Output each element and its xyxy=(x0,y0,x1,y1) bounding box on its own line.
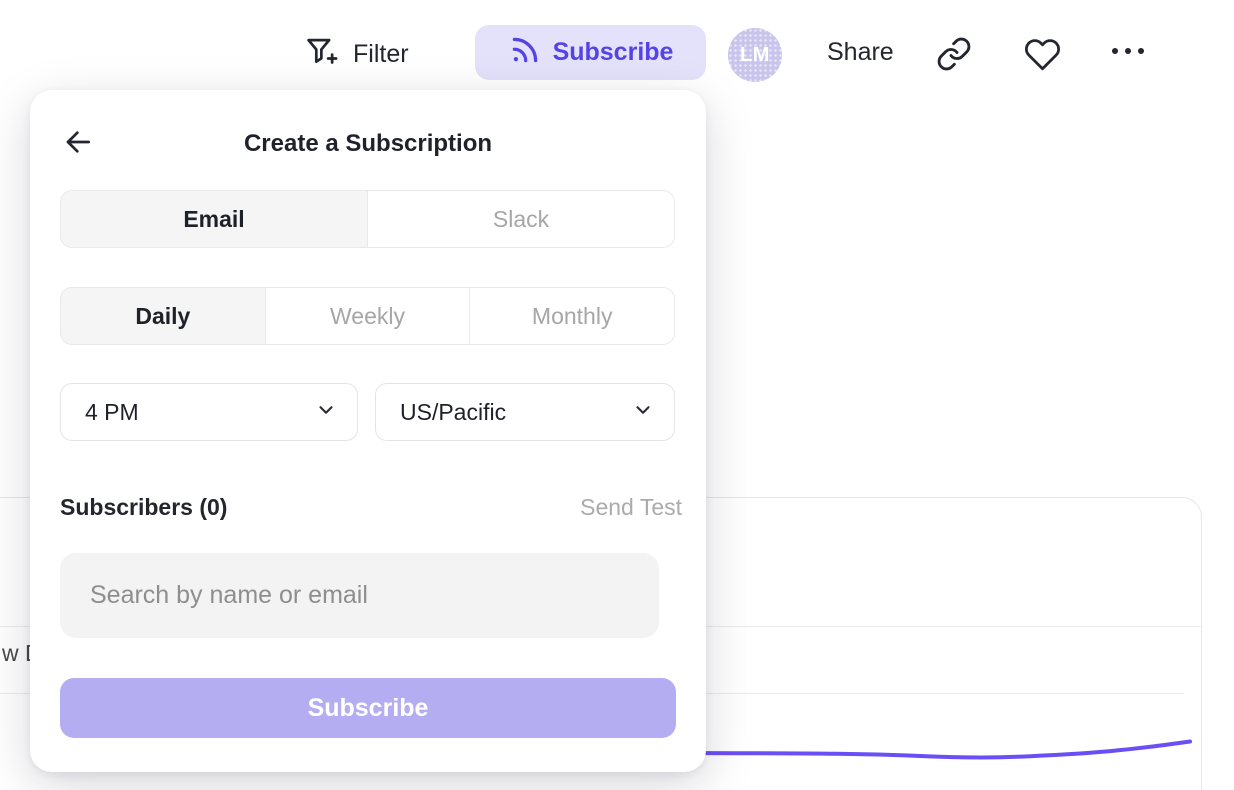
avatar[interactable]: LM xyxy=(728,28,782,82)
send-test-button[interactable]: Send Test xyxy=(580,494,682,521)
subscribe-label: Subscribe xyxy=(553,38,674,67)
more-options-button[interactable] xyxy=(1112,48,1144,54)
heart-icon xyxy=(1024,36,1061,78)
time-select[interactable]: 4 PM xyxy=(60,383,358,441)
filter-label: Filter xyxy=(353,40,409,69)
share-button[interactable]: Share xyxy=(827,38,894,67)
filter-button[interactable]: Filter xyxy=(303,33,409,76)
rss-icon xyxy=(508,33,542,72)
subscribe-submit-button[interactable]: Subscribe xyxy=(60,678,676,738)
share-label: Share xyxy=(827,38,894,67)
time-select-value: 4 PM xyxy=(85,399,139,426)
ellipsis-icon xyxy=(1112,48,1144,54)
avatar-initials: LM xyxy=(740,44,770,67)
chevron-down-icon xyxy=(315,399,337,426)
tab-weekly[interactable]: Weekly xyxy=(266,288,471,344)
frequency-tabs: Daily Weekly Monthly xyxy=(60,287,675,345)
subscriber-search xyxy=(60,553,659,638)
tab-monthly[interactable]: Monthly xyxy=(470,288,674,344)
timezone-select-value: US/Pacific xyxy=(400,399,506,426)
tab-slack[interactable]: Slack xyxy=(368,191,674,247)
tab-email[interactable]: Email xyxy=(61,191,368,247)
subscribers-count-label: Subscribers (0) xyxy=(60,494,227,521)
timezone-select[interactable]: US/Pacific xyxy=(375,383,675,441)
modal-title: Create a Subscription xyxy=(30,130,706,158)
subscribe-toolbar-button[interactable]: Subscribe xyxy=(475,25,706,80)
screen: w D Filter Subscribe LM Share xyxy=(0,0,1234,790)
copy-link-button[interactable] xyxy=(936,36,972,77)
link-icon xyxy=(936,36,972,77)
create-subscription-modal: Create a Subscription Email Slack Daily … xyxy=(30,90,706,772)
channel-tabs: Email Slack xyxy=(60,190,675,248)
chevron-down-icon xyxy=(632,399,654,426)
favorite-button[interactable] xyxy=(1024,36,1061,78)
filter-plus-icon xyxy=(303,33,341,76)
subscriber-search-input[interactable] xyxy=(60,581,659,610)
tab-daily[interactable]: Daily xyxy=(61,288,266,344)
